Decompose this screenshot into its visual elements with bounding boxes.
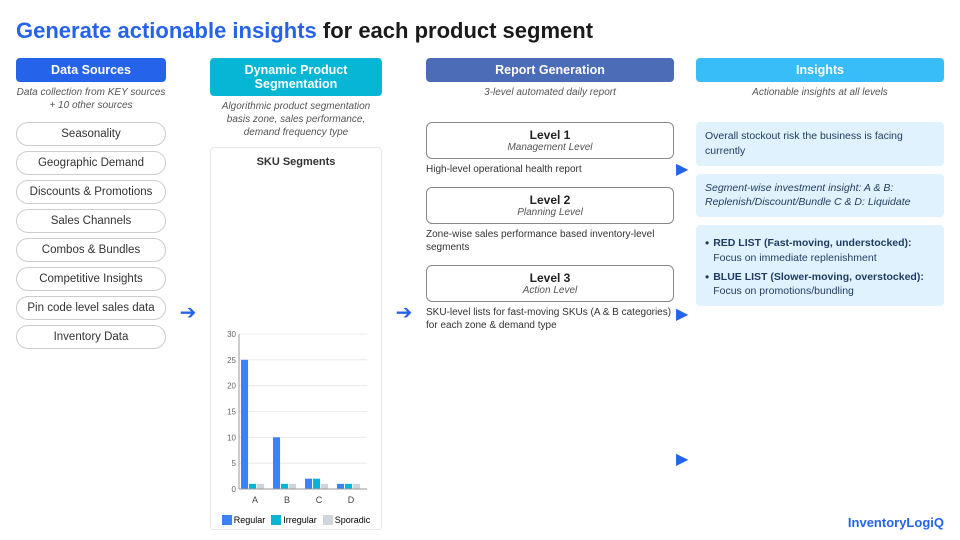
bullet-text: BLUE LIST (Slower-moving, overstocked): …	[713, 270, 935, 299]
report-levels: Level 1Management Level High-level operat…	[426, 122, 674, 530]
level-box: Level 3Action Level	[426, 265, 674, 302]
legend-irregular: Irregular	[271, 515, 317, 525]
data-source-item: Sales Channels	[16, 209, 166, 233]
arrow-right-icon-2: ➔	[396, 300, 413, 325]
legend-regular: Regular	[222, 515, 266, 525]
insight-card-2: Segment-wise investment insight: A & B: …	[696, 174, 944, 217]
bullet-bold: RED LIST (Fast-moving, understocked):	[713, 237, 911, 249]
legend-regular-color	[222, 515, 232, 525]
page-title: Generate actionable insights for each pr…	[16, 18, 944, 44]
svg-text:5: 5	[232, 459, 237, 468]
report-col: Report Generation 3-level automated dail…	[426, 58, 674, 530]
data-sources-col: Data Sources Data collection from KEY so…	[16, 58, 166, 530]
legend-irregular-color	[271, 515, 281, 525]
legend-sporadic: Sporadic	[323, 515, 371, 525]
svg-text:C: C	[316, 495, 323, 505]
title-highlight: Generate actionable insights	[16, 18, 323, 43]
data-source-item: Combos & Bundles	[16, 238, 166, 262]
insights-header: Insights	[696, 58, 944, 82]
logo: InventoryLogiQ	[848, 515, 944, 530]
data-sources-list: Seasonality Geographic Demand Discounts & …	[16, 122, 166, 349]
page-wrapper: Generate actionable insights for each pr…	[0, 0, 960, 540]
insight-card-3: •RED LIST (Fast-moving, understocked): F…	[696, 225, 944, 306]
insight-bullet: •RED LIST (Fast-moving, understocked): F…	[705, 236, 935, 265]
data-source-item: Discounts & Promotions	[16, 180, 166, 204]
data-source-item: Seasonality	[16, 122, 166, 146]
level-desc: High-level operational health report	[426, 163, 582, 177]
insight-card-2-text: Segment-wise investment insight: A & B: …	[705, 182, 910, 209]
level-sub: Action Level	[437, 285, 663, 296]
level-box: Level 1Management Level	[426, 122, 674, 159]
level-desc: Zone-wise sales performance based invent…	[426, 228, 674, 255]
insights-col: Overall stockout risk the business is fa…	[696, 122, 944, 530]
report-to-insight-arrow: ▶	[676, 452, 694, 468]
logo-part2: iQ	[930, 515, 944, 530]
report-level-block: Level 3Action Level SKU-level lists for f…	[426, 265, 674, 333]
insights-subtext: Actionable insights at all levels	[696, 86, 944, 114]
svg-text:D: D	[348, 495, 355, 505]
level-num: Level 2	[437, 193, 663, 207]
report-level-block: Level 2Planning Level Zone-wise sales per…	[426, 187, 674, 255]
title-bold: for each product segment	[323, 18, 593, 43]
segmentation-header: Dynamic Product Segmentation	[210, 58, 382, 96]
level-sub: Management Level	[437, 142, 663, 153]
mid-arrows: ▶ ▶ ▶	[674, 58, 696, 530]
bullet-dot: •	[705, 270, 709, 286]
bar-chart-svg: 0 5 10 15 20 25 30 A B C D	[217, 326, 375, 511]
insights-col-wrap: Insights Actionable insights at all leve…	[696, 58, 944, 530]
segmentation-subtext: Algorithmic product segmentation basis z…	[210, 100, 382, 139]
report-to-insight-arrow: ▶	[676, 162, 694, 178]
legend-sporadic-color	[323, 515, 333, 525]
data-sources-subtext: Data collection from KEY sources + 10 ot…	[16, 86, 166, 114]
arrow-right-icon: ➔	[180, 300, 197, 325]
data-source-item: Inventory Data	[16, 325, 166, 349]
svg-text:0: 0	[232, 485, 237, 494]
level-num: Level 1	[437, 128, 663, 142]
insight-card-1: Overall stockout risk the business is fa…	[696, 122, 944, 165]
chart-legend: Regular Irregular Sporadic	[217, 515, 375, 525]
svg-text:B: B	[284, 495, 290, 505]
svg-text:10: 10	[227, 433, 236, 442]
svg-text:25: 25	[227, 356, 236, 365]
legend-irregular-label: Irregular	[283, 515, 317, 525]
data-source-item: Pin code level sales data	[16, 296, 166, 320]
insight-bullet: •BLUE LIST (Slower-moving, overstocked):…	[705, 270, 935, 299]
data-source-item: Competitive Insights	[16, 267, 166, 291]
arrow-datasources-to-segmentation: ➔	[176, 58, 200, 530]
bullet-text: RED LIST (Fast-moving, understocked): Fo…	[713, 236, 935, 265]
report-to-insight-arrow: ▶	[676, 307, 694, 323]
report-level-block: Level 1Management Level High-level operat…	[426, 122, 674, 177]
level-desc: SKU-level lists for fast-moving SKUs (A …	[426, 306, 674, 333]
report-subtext: 3-level automated daily report	[426, 86, 674, 114]
level-box: Level 2Planning Level	[426, 187, 674, 224]
report-header: Report Generation	[426, 58, 674, 82]
level-sub: Planning Level	[437, 207, 663, 218]
svg-text:15: 15	[227, 408, 236, 417]
arrow-segmentation-to-report: ➔	[392, 58, 416, 530]
legend-regular-label: Regular	[234, 515, 266, 525]
svg-text:30: 30	[227, 330, 236, 339]
level-num: Level 3	[437, 271, 663, 285]
chart-svg-wrapper: 0 5 10 15 20 25 30 A B C D	[217, 172, 375, 511]
main-columns: Data Sources Data collection from KEY so…	[16, 58, 944, 530]
right-section: Report Generation 3-level automated dail…	[426, 58, 944, 530]
svg-text:20: 20	[227, 382, 236, 391]
logo-part1: InventoryLog	[848, 515, 930, 530]
bullet-dot: •	[705, 236, 709, 252]
bullet-bold: BLUE LIST (Slower-moving, overstocked):	[713, 271, 924, 283]
legend-sporadic-label: Sporadic	[335, 515, 371, 525]
data-source-item: Geographic Demand	[16, 151, 166, 175]
chart-title: SKU Segments	[217, 156, 375, 168]
chart-area: SKU Segments 0 5 10 15 20 25 30 A B C D Regular Ir…	[210, 147, 382, 530]
svg-text:A: A	[252, 495, 258, 505]
data-sources-header: Data Sources	[16, 58, 166, 82]
segmentation-col: Dynamic Product Segmentation Algorithmic…	[210, 58, 382, 530]
